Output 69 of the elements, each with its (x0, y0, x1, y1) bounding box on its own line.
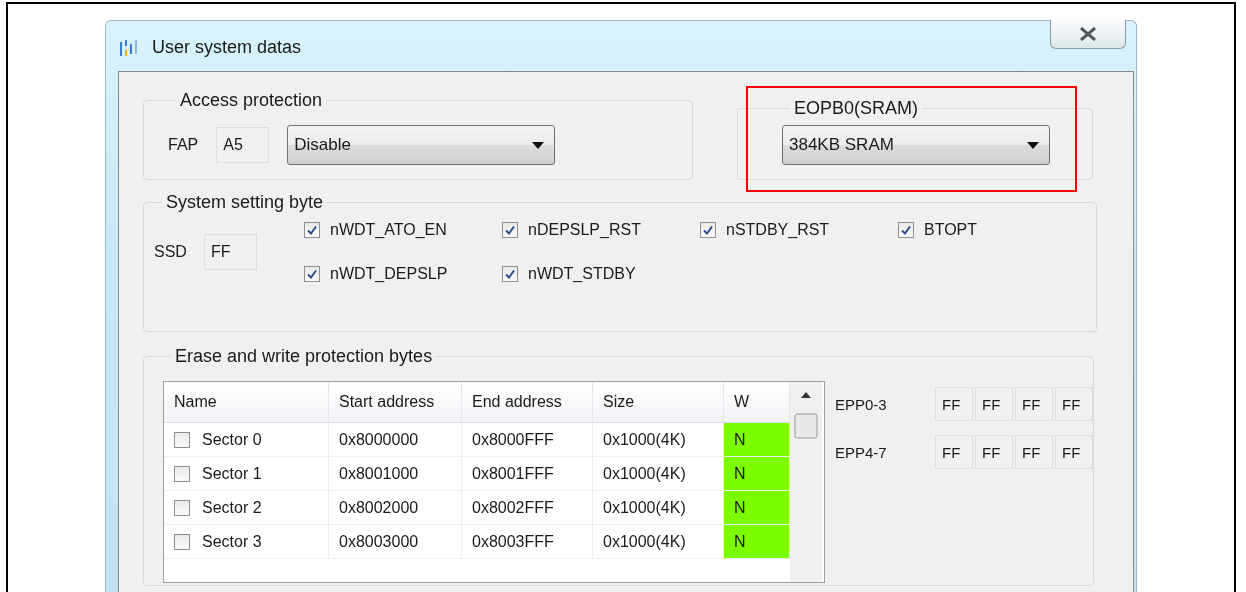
epp-value-field[interactable]: FF (935, 435, 973, 469)
option-label: nWDT_STDBY (528, 265, 636, 283)
table-cell: 0x8003000 (329, 525, 462, 558)
table-cell: N (724, 491, 790, 524)
column-header[interactable]: End address (462, 382, 593, 422)
checkbox[interactable] (502, 222, 518, 238)
ssd-value-field[interactable]: FF (204, 234, 257, 270)
epp-label: EPP0-3 (835, 395, 888, 413)
option-label: nSTDBY_RST (726, 221, 830, 239)
checkbox[interactable] (700, 222, 716, 238)
table-cell: 0x8001FFF (462, 457, 593, 490)
epp-value-field[interactable]: FF (1055, 435, 1093, 469)
column-header[interactable]: Start address (329, 382, 462, 422)
option-checkbox[interactable]: BTOPT (898, 221, 1096, 239)
table-cell: N (724, 423, 790, 456)
table-cell: Sector 1 (202, 464, 262, 483)
epp-value-field[interactable]: FF (1055, 387, 1093, 421)
app-icon (118, 38, 140, 58)
group-title: Erase and write protection bytes (174, 346, 434, 367)
group-title: System setting byte (165, 192, 325, 213)
option-label: BTOPT (924, 221, 978, 239)
checkbox[interactable] (502, 266, 518, 282)
close-button[interactable] (1050, 20, 1126, 49)
table-cell: N (724, 457, 790, 490)
checkbox[interactable] (174, 533, 190, 550)
column-header[interactable]: Name (164, 382, 329, 422)
epp-value-field[interactable]: FF (975, 387, 1013, 421)
epp-label: EPP4-7 (835, 443, 888, 461)
table-cell: Sector 2 (202, 498, 262, 517)
option-checkbox[interactable]: nWDT_ATO_EN (304, 221, 502, 239)
epp-value-field[interactable]: FF (935, 387, 973, 421)
checkbox[interactable] (174, 465, 190, 482)
option-checkbox[interactable]: nDEPSLP_RST (502, 221, 700, 239)
table-cell: 0x8001000 (329, 457, 462, 490)
table-cell: 0x8002000 (329, 491, 462, 524)
protection-dropdown[interactable]: Disable (287, 125, 556, 165)
table-cell: 0x8003FFF (462, 525, 593, 558)
sram-dropdown[interactable]: 384KB SRAM (782, 125, 1050, 165)
table-cell: Sector 0 (202, 430, 262, 449)
caret-icon (532, 141, 545, 149)
group-title: Access protection (179, 90, 324, 111)
table-cell: 0x8000FFF (462, 423, 593, 456)
window-title: User system datas (152, 37, 303, 58)
epp-value-field[interactable]: FF (1015, 387, 1053, 421)
scrollbar[interactable] (790, 382, 822, 582)
option-checkbox[interactable]: nWDT_DEPSLP (304, 265, 502, 283)
option-label: nDEPSLP_RST (528, 221, 641, 239)
fap-label: FAP (168, 136, 199, 154)
checkbox[interactable] (304, 222, 320, 238)
option-checkbox[interactable]: nWDT_STDBY (502, 265, 700, 283)
fap-value-field[interactable]: A5 (216, 127, 270, 163)
checkbox[interactable] (174, 499, 190, 516)
column-header[interactable]: Size (593, 382, 724, 422)
table-cell: 0x8002FFF (462, 491, 593, 524)
group-title: EOPB0(SRAM) (793, 98, 920, 119)
epp-value-field[interactable]: FF (975, 435, 1013, 469)
table-cell: Sector 3 (202, 532, 262, 551)
option-checkbox[interactable]: nSTDBY_RST (700, 221, 898, 239)
checkbox[interactable] (304, 266, 320, 282)
close-icon (1079, 27, 1097, 41)
table-cell: 0x8000000 (329, 423, 462, 456)
option-label: nWDT_DEPSLP (330, 265, 448, 283)
option-label: nWDT_ATO_EN (330, 221, 447, 239)
table-cell: N (724, 525, 790, 558)
ssd-label: SSD (154, 243, 188, 261)
epp-value-field[interactable]: FF (1015, 435, 1053, 469)
checkbox[interactable] (174, 431, 190, 448)
caret-icon (1027, 141, 1039, 149)
checkbox[interactable] (898, 222, 914, 238)
